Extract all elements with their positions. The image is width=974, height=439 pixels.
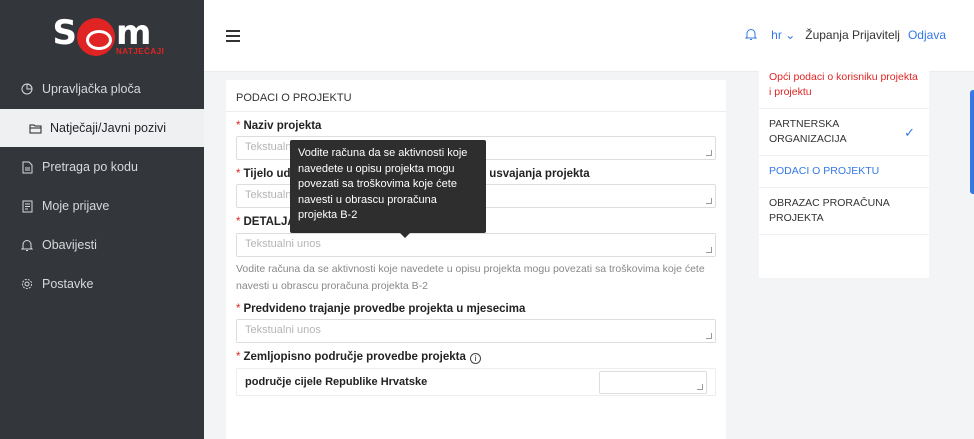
main-content: PODACI O PROJEKTU * Naziv projekta Tekstu… [204,62,974,439]
language-value: hr [771,28,782,42]
sidebar-item-label: Natječaji/Javni pozivi [50,121,167,135]
logout-link[interactable]: Odjava [908,28,946,42]
region-input[interactable] [599,371,707,394]
gear-icon [20,277,34,291]
region-row: područje cijele Republike Hrvatske [236,368,716,396]
checkmark-icon: ✓ [904,125,915,140]
info-tooltip: Vodite računa da se aktivnosti koje nave… [290,140,486,238]
field-hint: Vodite računa da se aktivnosti koje nave… [236,263,705,292]
user-name: Županja Prijavitelj [805,28,900,42]
field-label-text: Predvideno trajanje provedbe projekta u … [243,303,526,315]
step-general-data[interactable]: Opći podaci o korisniku projekta i proje… [759,62,929,109]
description-input[interactable]: Tekstualni unos [236,233,716,257]
folder-icon [28,121,42,135]
required-asterisk: * [236,216,241,228]
header-right: hr ⌄ Županja Prijavitelj Odjava [744,28,946,42]
document-icon [20,160,34,174]
field-duration: * Predvideno trajanje provedbe projekta u… [226,295,726,343]
sidebar-item-label: Pretraga po kodu [42,160,138,174]
step-partner-organization[interactable]: PARTNERSKA ORGANIZACIJA ✓ [759,109,929,156]
language-select[interactable]: hr ⌄ [771,28,795,42]
form-steps-panel: Opći podaci o korisniku projekta i proje… [759,62,929,278]
required-asterisk: * [236,168,241,180]
project-form-card: PODACI O PROJEKTU * Naziv projekta Tekstu… [226,80,726,439]
dashboard-icon [20,82,34,96]
logo[interactable]: S m NATJEČAJI [0,0,204,66]
duration-input[interactable]: Tekstualni unos [236,319,716,343]
logo-eye-icon [77,18,116,56]
required-asterisk: * [236,303,241,315]
sidebar-item-label: Moje prijave [42,199,110,213]
required-asterisk: * [236,351,241,363]
sidebar: S m NATJEČAJI Upravljačka ploča Natječaj… [0,0,204,439]
section-title: PODACI O PROJEKTU [226,80,726,112]
field-label-text-start: Tijelo udr [243,168,296,180]
region-row-label: područje cijele Republike Hrvatske [245,376,428,388]
step-project-data[interactable]: PODACI O PROJEKTU [759,156,929,188]
menu-toggle-icon[interactable] [226,30,240,42]
sidebar-item-label: Obavijesti [42,238,97,252]
step-budget-form[interactable]: OBRAZAC PRORAČUNA PROJEKTA [759,188,929,235]
chevron-down-icon: ⌄ [785,28,796,42]
field-geographic-area: * Zemljopisno područje provedbe projekta i… [226,343,726,396]
logo-subtitle: NATJEČAJI [116,47,165,56]
required-asterisk: * [236,120,241,132]
sidebar-item-settings[interactable]: Postavke [0,265,204,303]
field-label-text: Zemljopisno područje provedbe projekta [243,351,466,363]
step-label: PARTNERSKA ORGANIZACIJA [769,118,847,145]
field-label: * Predvideno trajanje provedbe projekta u… [236,303,716,315]
sidebar-item-notifications[interactable]: Obavijesti [0,226,204,264]
sidebar-nav: Upravljačka ploča Natječaji/Javni pozivi… [0,70,204,303]
sidebar-item-dashboard[interactable]: Upravljačka ploča [0,70,204,108]
field-label-text: Naziv projekta [243,120,322,132]
sidebar-item-label: Upravljačka ploča [42,82,141,96]
sidebar-item-tenders[interactable]: Natječaji/Javni pozivi [0,109,204,147]
side-scroll-tab[interactable] [970,90,974,194]
sidebar-item-label: Postavke [42,277,94,291]
info-icon[interactable]: i [469,353,481,364]
bell-icon [20,238,34,252]
sidebar-item-search-by-code[interactable]: Pretraga po kodu [0,148,204,186]
notifications-bell-icon[interactable] [744,28,759,42]
field-label: * Naziv projekta [236,120,716,132]
logo-letter-s: S [52,13,77,53]
sidebar-item-my-applications[interactable]: Moje prijave [0,187,204,225]
file-icon [20,199,34,213]
field-label: * Zemljopisno područje provedbe projekta i [236,351,716,364]
